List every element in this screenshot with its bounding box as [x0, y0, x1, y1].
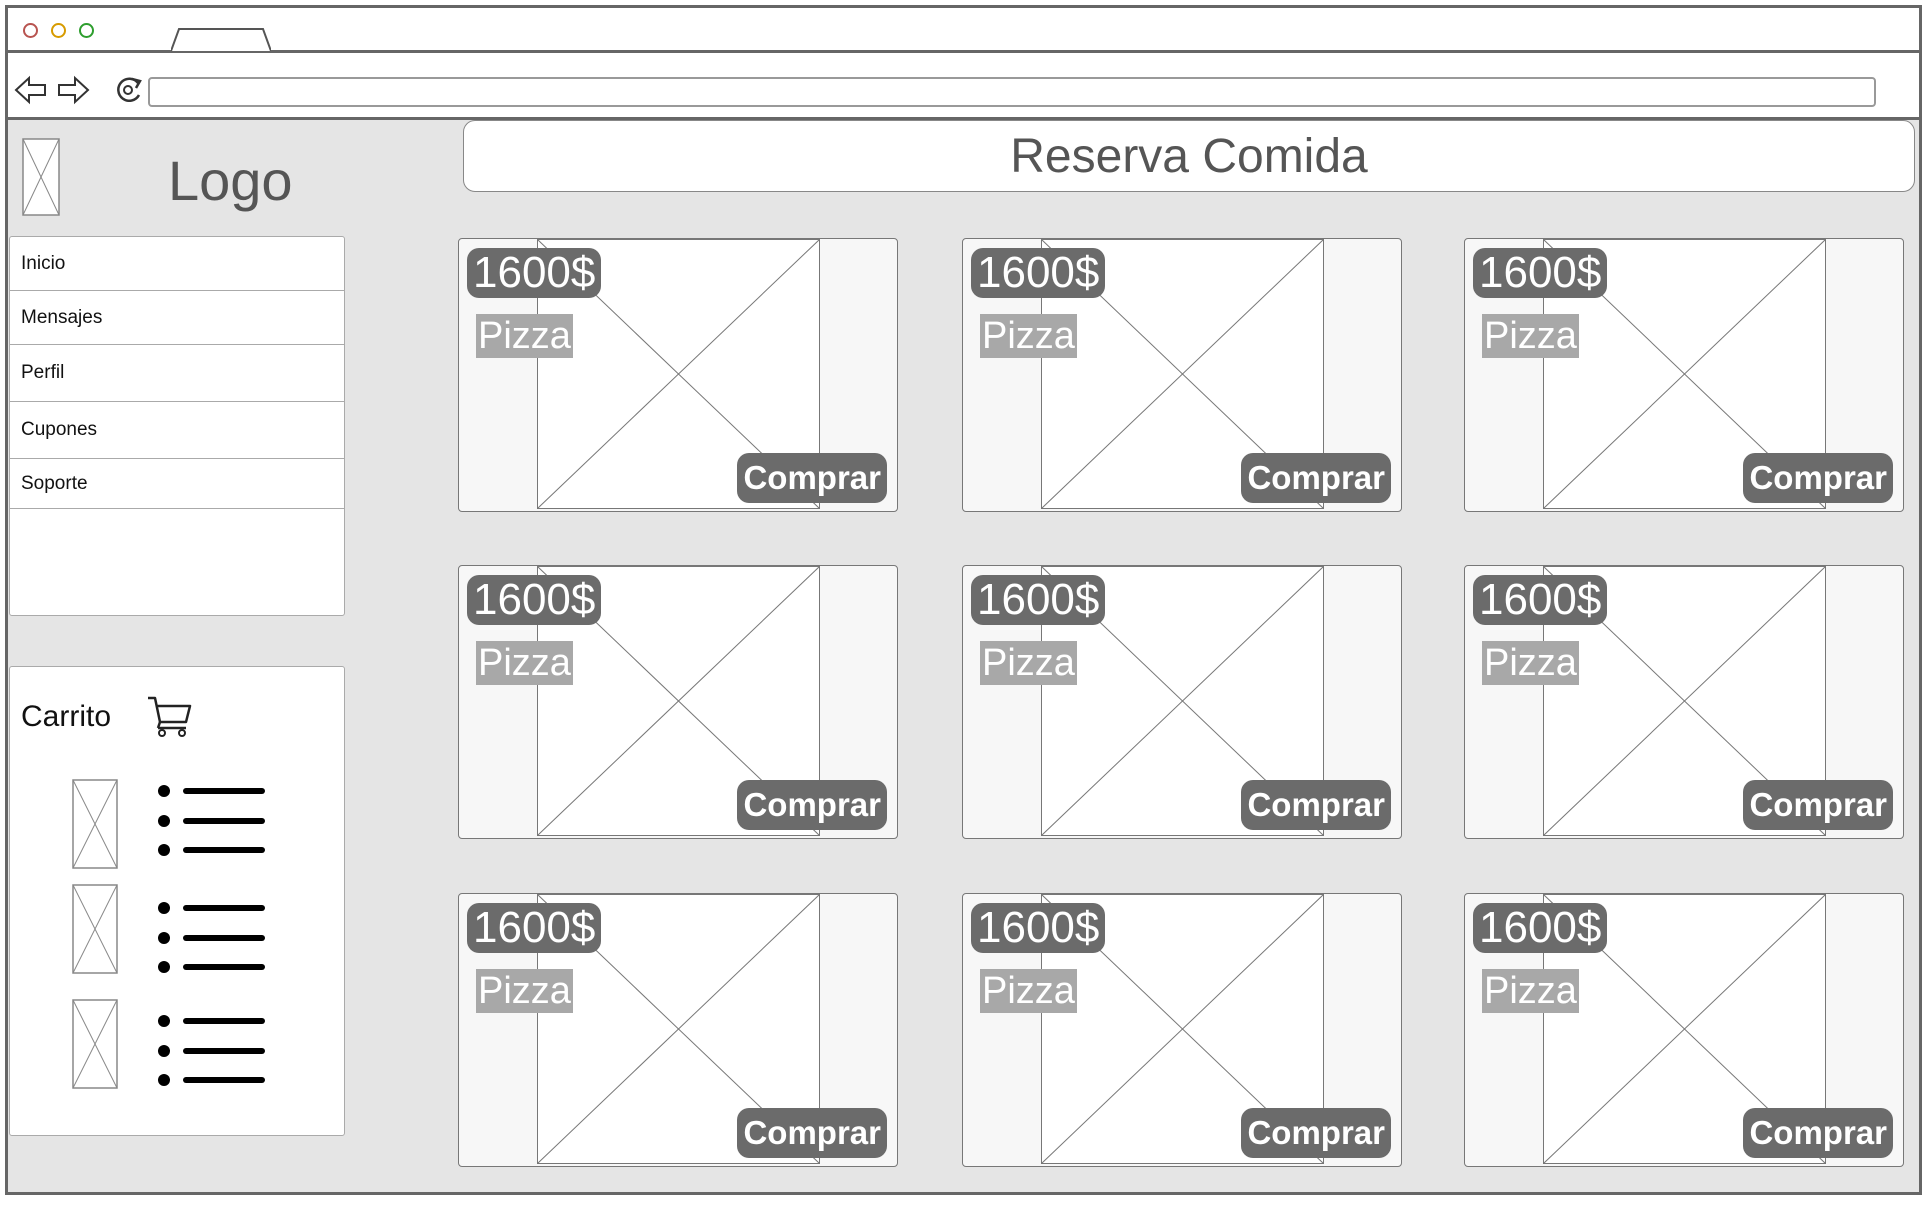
logo-text: Logo [168, 149, 293, 212]
product-name: Pizza [1482, 641, 1579, 685]
list-icon [158, 785, 265, 856]
price-badge: 1600$ [467, 575, 602, 625]
product-card[interactable]: 1600$ Pizza Comprar [458, 565, 898, 839]
product-name: Pizza [980, 969, 1077, 1013]
product-card[interactable]: 1600$ Pizza Comprar [458, 893, 898, 1167]
page-title: Reserva Comida [463, 120, 1915, 192]
list-icon [158, 1015, 265, 1086]
product-name: Pizza [980, 641, 1077, 685]
product-card[interactable]: 1600$ Pizza Comprar [962, 893, 1402, 1167]
close-window-button[interactable] [23, 23, 38, 38]
sidebar-item-cupones[interactable]: Cupones [10, 402, 344, 459]
buy-button[interactable]: Comprar [1743, 453, 1893, 503]
product-card[interactable]: 1600$ Pizza Comprar [962, 238, 1402, 512]
product-name: Pizza [476, 314, 573, 358]
price-badge: 1600$ [467, 248, 602, 298]
buy-button[interactable]: Comprar [1743, 1108, 1893, 1158]
buy-button[interactable]: Comprar [1241, 453, 1391, 503]
product-card[interactable]: 1600$ Pizza Comprar [962, 565, 1402, 839]
product-card[interactable]: 1600$ Pizza Comprar [1464, 893, 1904, 1167]
product-card[interactable]: 1600$ Pizza Comprar [458, 238, 898, 512]
sidebar-item-perfil[interactable]: Perfil [10, 345, 344, 402]
sidebar-menu: Inicio Mensajes Perfil Cupones Soporte [9, 236, 345, 616]
buy-button[interactable]: Comprar [737, 453, 887, 503]
sidebar-item-mensajes[interactable]: Mensajes [10, 291, 344, 345]
cart-title: Carrito [21, 700, 112, 733]
cart-item-image-placeholder [72, 999, 118, 1089]
product-name: Pizza [476, 641, 573, 685]
product-name: Pizza [1482, 969, 1579, 1013]
minimize-window-button[interactable] [51, 23, 66, 38]
buy-button[interactable]: Comprar [1743, 780, 1893, 830]
product-name: Pizza [476, 969, 573, 1013]
price-badge: 1600$ [971, 575, 1106, 625]
price-badge: 1600$ [1473, 903, 1608, 953]
reload-icon[interactable] [112, 75, 146, 105]
product-card[interactable]: 1600$ Pizza Comprar [1464, 238, 1904, 512]
buy-button[interactable]: Comprar [737, 780, 887, 830]
product-name: Pizza [980, 314, 1077, 358]
price-badge: 1600$ [1473, 575, 1608, 625]
cart-item-image-placeholder [72, 779, 118, 869]
forward-arrow-icon[interactable] [56, 75, 90, 105]
browser-tab[interactable] [171, 27, 271, 51]
address-bar[interactable] [148, 77, 1876, 107]
logo-image-placeholder [22, 138, 60, 216]
product-card[interactable]: 1600$ Pizza Comprar [1464, 565, 1904, 839]
product-name: Pizza [1482, 314, 1579, 358]
price-badge: 1600$ [971, 248, 1106, 298]
buy-button[interactable]: Comprar [737, 1108, 887, 1158]
cart-panel: Carrito [9, 666, 345, 1136]
price-badge: 1600$ [467, 903, 602, 953]
cart-icon[interactable] [146, 694, 194, 738]
price-badge: 1600$ [1473, 248, 1608, 298]
title-bar [8, 8, 1919, 53]
browser-window: Logo Inicio Mensajes Perfil Cupones Sopo… [5, 5, 1922, 1195]
buy-button[interactable]: Comprar [1241, 1108, 1391, 1158]
cart-item-image-placeholder [72, 884, 118, 974]
sidebar-item-inicio[interactable]: Inicio [10, 237, 344, 291]
sidebar-item-soporte[interactable]: Soporte [10, 459, 344, 509]
list-icon [158, 902, 265, 973]
price-badge: 1600$ [971, 903, 1106, 953]
navigation-bar [8, 53, 1919, 120]
buy-button[interactable]: Comprar [1241, 780, 1391, 830]
maximize-window-button[interactable] [79, 23, 94, 38]
back-arrow-icon[interactable] [14, 75, 48, 105]
